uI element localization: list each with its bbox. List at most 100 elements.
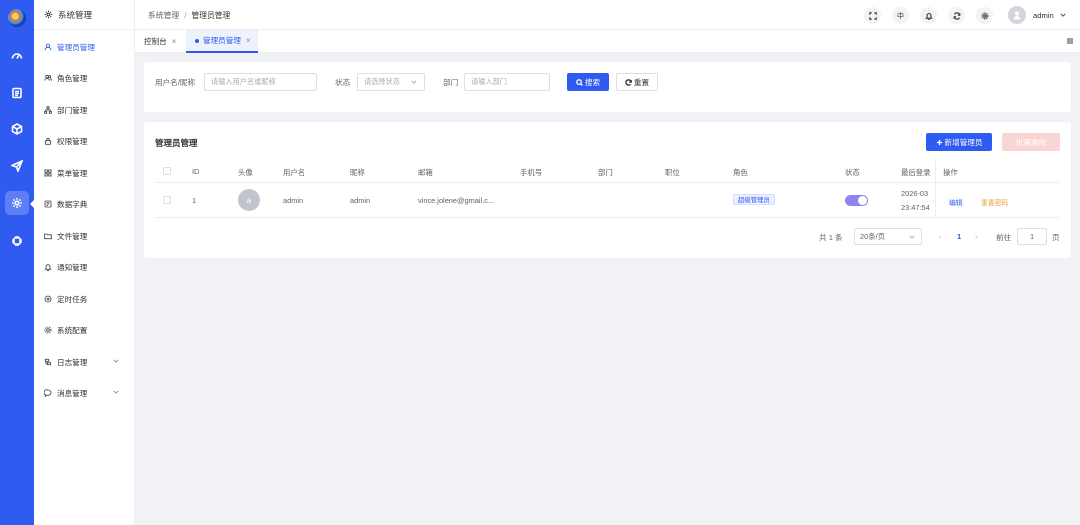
sidebar-item-menus[interactable]: 菜单管理 [34, 163, 134, 183]
sidebar-item-departments[interactable]: 部门管理 [34, 100, 134, 120]
reset-password-link[interactable]: 重置密码 [981, 197, 1008, 207]
sidebar-item-permissions[interactable]: 权限管理 [34, 131, 134, 151]
dept-placeholder: 请输入部门 [471, 77, 507, 86]
settings-button[interactable] [976, 7, 993, 24]
column-header[interactable]: 昵称 [350, 167, 365, 178]
chevron-down-icon[interactable] [1060, 12, 1066, 18]
sidebar-item-label: 通知管理 [57, 262, 88, 272]
column-header[interactable]: 最后登录 [901, 167, 931, 178]
goto-page-input[interactable]: 1 [1017, 228, 1047, 245]
gear-icon [44, 326, 52, 334]
table-cell-id: 1 [192, 196, 197, 205]
lock-icon [44, 137, 52, 145]
chevron-down-icon [113, 390, 119, 394]
sidebar-item-dictionary[interactable]: 数据字典 [34, 194, 134, 214]
column-header[interactable]: 职位 [665, 167, 680, 178]
dictionary-icon [44, 200, 52, 208]
sidebar-item-messages[interactable]: 消息管理 [34, 383, 134, 403]
user-avatar[interactable] [1008, 6, 1026, 24]
chevron-down-icon [909, 235, 915, 239]
tab-dashboard[interactable]: 控制台 × [135, 30, 183, 53]
cube-icon[interactable] [5, 117, 29, 141]
table-cell-username: admin [283, 196, 304, 205]
select-all-checkbox[interactable] [163, 167, 171, 175]
add-admin-button[interactable]: 新增管理员 [926, 133, 992, 151]
role-badge-label: 超级管理员 [738, 197, 770, 204]
column-header[interactable]: 邮箱 [418, 167, 433, 178]
sidebar-item-scheduled-tasks[interactable]: 定时任务 [34, 289, 134, 309]
column-header[interactable]: 角色 [733, 167, 748, 178]
bell-icon [924, 12, 933, 20]
user-icon [1013, 11, 1021, 20]
user-name[interactable]: admin [1033, 11, 1054, 20]
goto-label: 前往 [996, 233, 1012, 242]
chevron-down-icon [113, 359, 119, 363]
column-header[interactable]: ID [192, 167, 199, 176]
edit-link[interactable]: 编辑 [949, 197, 963, 207]
tab-label: 管理员管理 [203, 36, 241, 45]
column-header[interactable]: 部门 [598, 167, 613, 178]
column-header[interactable]: 用户名 [283, 167, 305, 178]
sub-sidebar: 系统管理 管理员管理 角色管理 部门管理 权限管理 菜单管理 数据字典 文件管理… [34, 0, 135, 525]
bell-icon [44, 264, 52, 271]
sidebar-item-label: 数据字典 [57, 199, 88, 209]
tab-menu-icon[interactable] [1066, 37, 1074, 45]
status-toggle[interactable] [845, 195, 868, 206]
reset-button[interactable]: 重置 [616, 73, 658, 91]
breadcrumb-item[interactable]: 系统管理 [148, 11, 179, 20]
sidebar-item-label: 日志管理 [57, 357, 88, 367]
sidebar-item-admin[interactable]: 管理员管理 [34, 37, 134, 57]
batch-delete-button[interactable]: 批量删除 [1002, 133, 1060, 151]
next-page-button[interactable]: › [975, 232, 978, 241]
close-icon[interactable]: × [246, 36, 251, 45]
page-size-value: 20条/页 [860, 232, 886, 241]
row-checkbox[interactable] [163, 196, 171, 204]
sidebar-item-files[interactable]: 文件管理 [34, 226, 134, 246]
search-panel: 用户名/昵称 请输入用户名或昵称 状态 请选择状态 部门 请输入部门 搜索 重置 [144, 62, 1071, 112]
reset-button-label: 重置 [633, 77, 650, 87]
table-cell-last-login-time: 23:47:54 [901, 203, 930, 212]
folder-icon [44, 233, 52, 240]
name-search-input[interactable]: 请输入用户名或昵称 [204, 73, 317, 91]
divider [155, 217, 1060, 218]
avatar: a [238, 189, 260, 211]
dashboard-icon[interactable] [5, 44, 29, 68]
sidebar-item-label: 系统配置 [57, 325, 88, 335]
refresh-button[interactable] [948, 7, 965, 24]
send-icon[interactable] [5, 154, 29, 178]
prev-page-button[interactable]: ‹ [939, 232, 942, 241]
add-admin-button-label: 新增管理员 [944, 137, 983, 147]
notification-button[interactable] [920, 7, 937, 24]
status-select[interactable]: 请选择状态 [357, 73, 425, 91]
dept-search-input[interactable]: 请输入部门 [464, 73, 550, 91]
sidebar-item-label: 角色管理 [57, 73, 88, 83]
chip-icon[interactable] [5, 229, 29, 253]
sidebar-item-system-config[interactable]: 系统配置 [34, 320, 134, 340]
language-button[interactable]: 中 [892, 7, 909, 24]
column-header: 头像 [238, 168, 253, 177]
refresh-icon [625, 78, 632, 86]
sidebar-item-notifications[interactable]: 通知管理 [34, 257, 134, 277]
top-header: 系统管理 / 管理员管理 中 admin [135, 0, 1080, 30]
icon-rail [0, 0, 35, 525]
page-number-current[interactable]: 1 [957, 232, 961, 241]
status-label: 状态 [335, 78, 351, 87]
column-header[interactable]: 状态 [845, 167, 860, 178]
tab-admin-management[interactable]: 管理员管理 × [186, 30, 258, 53]
refresh-icon [953, 11, 960, 20]
sidebar-item-logs[interactable]: 日志管理 [34, 352, 134, 372]
fullscreen-button[interactable] [864, 7, 881, 24]
settings-icon[interactable] [5, 191, 29, 215]
grid-icon [44, 169, 52, 177]
page-size-select[interactable]: 20条/页 [854, 228, 922, 245]
breadcrumb-separator: / [184, 11, 187, 20]
chevron-down-icon [411, 80, 417, 84]
sidebar-title: 系统管理 [34, 0, 134, 30]
search-button[interactable]: 搜索 [567, 73, 609, 91]
document-icon[interactable] [5, 81, 29, 105]
close-icon[interactable]: × [172, 37, 177, 46]
table-cell-nickname: admin [350, 196, 371, 205]
sidebar-item-roles[interactable]: 角色管理 [34, 68, 134, 88]
dept-label: 部门 [443, 78, 459, 87]
column-header[interactable]: 手机号 [520, 167, 542, 178]
